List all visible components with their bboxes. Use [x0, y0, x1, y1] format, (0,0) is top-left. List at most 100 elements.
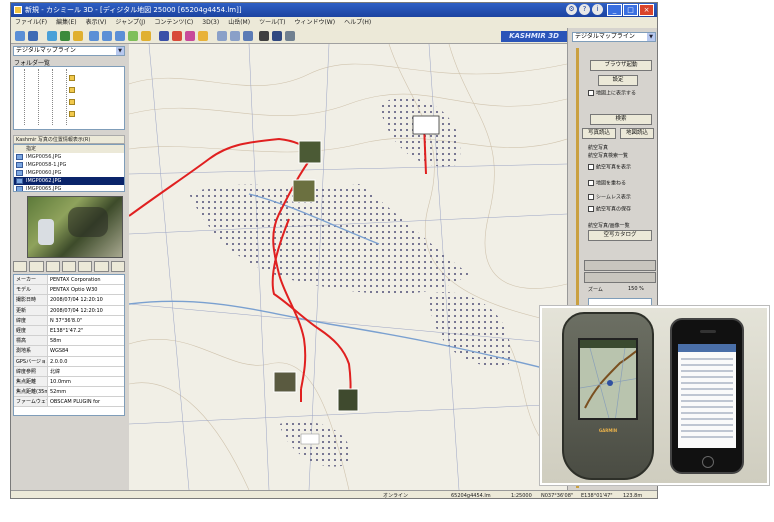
menu-jump[interactable]: ジャンプ(J) — [115, 17, 145, 28]
next-button[interactable] — [45, 261, 60, 272]
photo-marker[interactable] — [292, 179, 316, 203]
save-icon[interactable] — [272, 31, 282, 41]
show-aerial-check[interactable]: 航空写真を表示 — [588, 164, 631, 172]
zoom-button[interactable] — [94, 261, 109, 272]
exif-properties: メーカー PENTAX Corporation モデル PENTAX Optio W3… — [13, 274, 125, 416]
menu-bar: ファイル(F) 編集(E) 表示(V) ジャンプ(J) コンテンツ(C) 3D(… — [11, 17, 657, 28]
property-value: OBSCAM PLUGIN for — [50, 399, 101, 406]
list-item[interactable]: IMGP0058-1.JPG — [14, 161, 124, 169]
browser-button[interactable]: ブラウザ起動 — [590, 60, 652, 71]
title-bar: 新規 - カシミール 3D - [ディジタル地図 25000 [65204g44… — [11, 3, 657, 17]
menu-edit[interactable]: 編集(E) — [56, 17, 76, 28]
save-aerial-check[interactable]: 航空写真の保存 — [588, 206, 631, 214]
print-icon[interactable] — [259, 31, 269, 41]
menu-tools[interactable]: ツール(T) — [259, 17, 285, 28]
info-icon[interactable]: i — [592, 4, 603, 15]
file-name: IMGP0060.JPG — [26, 170, 62, 176]
seamless-check[interactable]: シームレス表示 — [588, 194, 631, 202]
gps-brand-logo: GARMIN — [598, 428, 618, 433]
property-value: N 37°36'8.0" — [50, 317, 83, 324]
undo-icon[interactable] — [89, 31, 99, 41]
folder-icon[interactable] — [69, 111, 75, 117]
layer-icon[interactable] — [128, 31, 138, 41]
property-row: 緯度参照 北緯 — [14, 366, 124, 377]
list-item-selected[interactable]: IMGP0062.JPG — [14, 177, 124, 185]
settings-button[interactable]: 設定 — [598, 75, 638, 86]
pencil-icon[interactable] — [198, 31, 208, 41]
map-view[interactable] — [129, 44, 567, 490]
files-combo[interactable]: 指定 — [14, 145, 124, 153]
track-icon[interactable] — [230, 31, 240, 41]
map-icon[interactable] — [60, 31, 70, 41]
clipboard-icon[interactable] — [285, 31, 295, 41]
globe-icon[interactable] — [47, 31, 57, 41]
menu-view[interactable]: 表示(V) — [86, 17, 107, 28]
grid-icon[interactable] — [243, 31, 253, 41]
photo-marker[interactable] — [298, 140, 322, 164]
property-key: ファームウェア — [14, 397, 48, 407]
folder-icon[interactable] — [69, 87, 75, 93]
first-button[interactable] — [13, 261, 28, 272]
flag-icon[interactable] — [172, 31, 182, 41]
help-icon[interactable]: ? — [579, 4, 590, 15]
route-icon[interactable] — [217, 31, 227, 41]
menu-contents[interactable]: コンテンツ(C) — [154, 17, 193, 28]
close-button[interactable]: × — [639, 4, 654, 16]
list-item[interactable]: IMGP0065.JPG — [14, 185, 124, 192]
marker-icon[interactable] — [185, 31, 195, 41]
catalog-button[interactable]: 空写カタログ — [588, 230, 652, 241]
overlay-map-check[interactable]: 地図を重ねる — [588, 180, 626, 188]
last-button[interactable] — [61, 261, 77, 272]
folder-icon[interactable] — [69, 75, 75, 81]
network-icon[interactable]: ⚙ — [566, 4, 577, 15]
rotate-button[interactable] — [78, 261, 93, 272]
property-row: 更新 2008/07/04 12:20:10 — [14, 305, 124, 316]
cursor-icon[interactable] — [15, 31, 25, 41]
image-file-icon — [16, 170, 23, 176]
menu-file[interactable]: ファイル(F) — [15, 17, 47, 28]
redo-icon[interactable] — [102, 31, 112, 41]
property-key: メーカー — [14, 275, 48, 285]
map-selector[interactable]: デジタルマップライン ▼ — [13, 46, 125, 56]
menu-mountain[interactable]: 山岳(M) — [228, 17, 250, 28]
file-name: IMGP0065.JPG — [26, 186, 62, 192]
search-button[interactable]: 検索 — [590, 114, 652, 125]
zoom-icon[interactable] — [28, 31, 38, 41]
property-key: 緯度参照 — [14, 366, 48, 376]
menu-3d[interactable]: 3D(3) — [202, 17, 219, 28]
refresh-icon[interactable] — [115, 31, 125, 41]
map-display-check[interactable]: 地図上に表示する — [588, 90, 636, 98]
photo-marker[interactable] — [273, 371, 297, 393]
image-file-icon — [16, 154, 23, 160]
map-load-button[interactable]: 地図読込 — [620, 128, 654, 139]
property-row: 測地系 WGS84 — [14, 346, 124, 357]
property-row: 緯度 N 37°36'8.0" — [14, 315, 124, 326]
right-selector[interactable]: デジタルマップライン ▼ — [572, 32, 656, 42]
binoculars-icon[interactable] — [159, 31, 169, 41]
property-key: 更新 — [14, 305, 48, 315]
photo-marker[interactable] — [337, 388, 359, 412]
prev-button[interactable] — [29, 261, 44, 272]
list-item[interactable]: IMGP0060.JPG — [14, 169, 124, 177]
topographic-map[interactable] — [129, 44, 567, 490]
window-title: 新規 - カシミール 3D - [ディジタル地図 25000 [65204g44… — [25, 6, 242, 14]
folder-icon[interactable] — [73, 31, 83, 41]
status-lat: N037°36'08" — [541, 493, 574, 499]
info-button[interactable] — [110, 261, 125, 272]
star-icon[interactable] — [141, 31, 151, 41]
image-file-icon — [16, 178, 23, 184]
menu-help[interactable]: ヘルプ(H) — [344, 17, 371, 28]
property-value: WGS84 — [50, 348, 69, 355]
zoom-label: ズーム — [588, 287, 603, 293]
list-item[interactable]: IMGP0056.JPG — [14, 153, 124, 161]
gps-device: GARMIN — [562, 312, 654, 480]
folder-icon[interactable] — [69, 99, 75, 105]
file-list[interactable]: 指定 IMGP0056.JPG IMGP0058-1.JPG IMGP0060.… — [13, 144, 125, 192]
map-label-box[interactable] — [412, 115, 440, 135]
maximize-button[interactable]: □ — [623, 4, 638, 16]
folder-tree[interactable] — [13, 66, 125, 130]
menu-window[interactable]: ウィンドウ(W) — [294, 17, 335, 28]
photo-toolbar — [13, 261, 125, 272]
minimize-button[interactable]: _ — [607, 4, 622, 16]
photo-load-button[interactable]: 写真読込 — [582, 128, 616, 139]
